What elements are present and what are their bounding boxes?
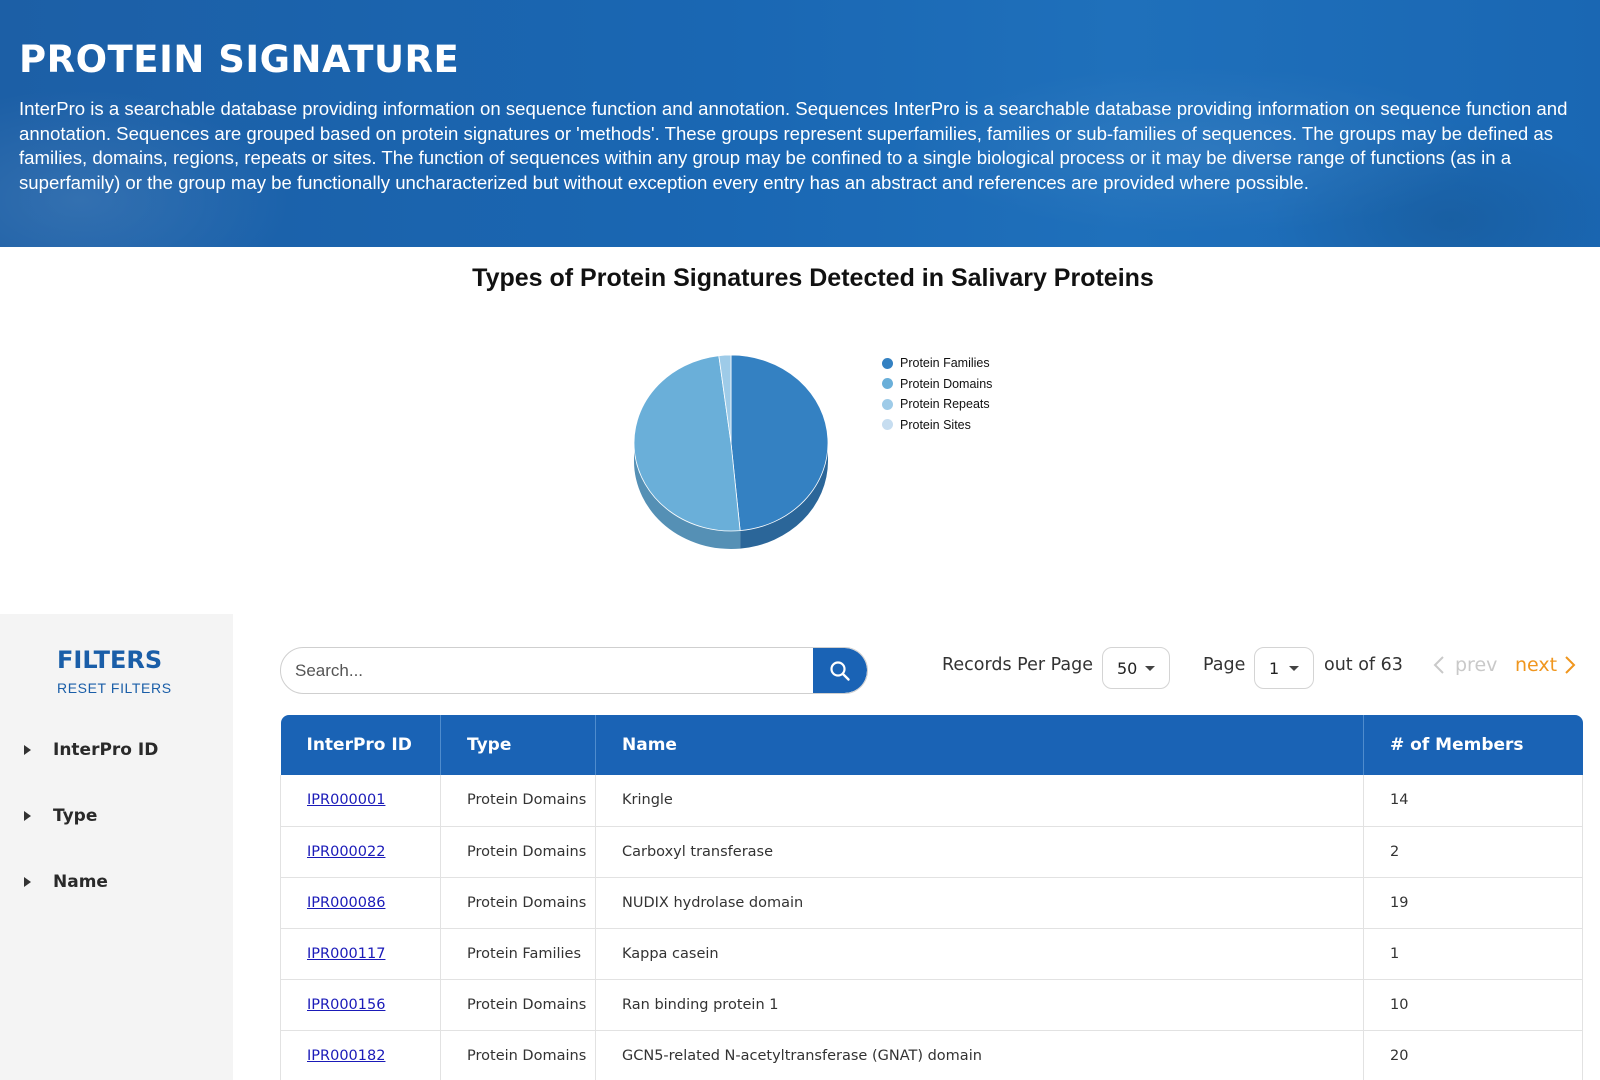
- table-row: IPR000086 Protein Domains NUDIX hydrolas…: [280, 877, 1583, 929]
- legend-item[interactable]: Protein Domains: [882, 374, 992, 395]
- legend-item[interactable]: Protein Families: [882, 353, 992, 374]
- results-table-wrap: InterPro ID Type Name # of Members IPR00…: [280, 715, 1583, 1080]
- cell-name: Carboxyl transferase: [595, 826, 1364, 878]
- records-per-page-select[interactable]: 50: [1102, 647, 1170, 689]
- next-label: next: [1515, 654, 1558, 676]
- cell-members: 20: [1363, 1030, 1583, 1080]
- chevron-left-icon: [1433, 656, 1444, 674]
- filters-title: FILTERS: [57, 646, 163, 674]
- filter-name[interactable]: Name: [24, 872, 108, 892]
- cell-name: Kappa casein: [595, 928, 1364, 980]
- cell-type: Protein Domains: [440, 1030, 596, 1080]
- column-header-interpro-id[interactable]: InterPro ID: [280, 715, 441, 775]
- search-icon: [830, 660, 850, 681]
- column-header-members[interactable]: # of Members: [1363, 715, 1583, 775]
- column-header-type[interactable]: Type: [440, 715, 596, 775]
- legend-label: Protein Domains: [900, 376, 993, 391]
- pie-chart: [633, 354, 829, 549]
- interpro-id-link[interactable]: IPR000182: [307, 1048, 385, 1064]
- legend-item[interactable]: Protein Sites: [882, 415, 992, 436]
- page-select-value: 1: [1269, 658, 1280, 678]
- legend-label: Protein Sites: [900, 417, 971, 432]
- filter-label: Name: [53, 872, 108, 892]
- legend-marker: [882, 378, 893, 390]
- filter-type[interactable]: Type: [24, 806, 97, 826]
- cell-members: 1: [1363, 928, 1583, 980]
- cell-type: Protein Domains: [440, 979, 596, 1031]
- legend-marker: [882, 398, 893, 410]
- results-table: InterPro ID Type Name # of Members IPR00…: [280, 715, 1583, 1080]
- expand-triangle-icon: [24, 811, 31, 821]
- cell-interpro-id: IPR000156: [280, 979, 441, 1031]
- cell-name: Ran binding protein 1: [595, 979, 1364, 1031]
- search-box: [280, 647, 868, 694]
- interpro-id-link[interactable]: IPR000086: [307, 895, 385, 911]
- records-per-page-value: 50: [1117, 658, 1138, 678]
- caret-down-icon: [1145, 666, 1155, 671]
- expand-triangle-icon: [24, 745, 31, 755]
- filter-label: Type: [53, 806, 98, 826]
- header-banner: PROTEIN SIGNATURE InterPro is a searchab…: [0, 0, 1600, 247]
- cell-type: Protein Domains: [440, 877, 596, 929]
- cell-members: 2: [1363, 826, 1583, 878]
- cell-name: GCN5-related N-acetyltransferase (GNAT) …: [595, 1030, 1364, 1080]
- table-row: IPR000001 Protein Domains Kringle 14: [280, 775, 1583, 827]
- table-row: IPR000022 Protein Domains Carboxyl trans…: [280, 826, 1583, 878]
- cell-type: Protein Domains: [440, 775, 596, 827]
- chart-title: Types of Protein Signatures Detected in …: [472, 264, 1154, 292]
- prev-label: prev: [1455, 654, 1498, 676]
- legend-marker: [882, 419, 893, 431]
- page-label: Page: [1203, 655, 1246, 675]
- cell-members: 14: [1363, 775, 1583, 827]
- cell-members: 19: [1363, 877, 1583, 929]
- page-description: InterPro is a searchable database provid…: [19, 98, 1568, 193]
- table-header-row: InterPro ID Type Name # of Members: [280, 715, 1583, 775]
- cell-name: Kringle: [595, 775, 1364, 827]
- reset-filters-link[interactable]: RESET FILTERS: [57, 680, 172, 696]
- page-title: PROTEIN SIGNATURE: [19, 38, 460, 81]
- search-input[interactable]: [295, 648, 795, 693]
- filters-sidebar: FILTERS RESET FILTERS InterPro ID Type N…: [0, 614, 233, 1080]
- cell-name: NUDIX hydrolase domain: [595, 877, 1364, 929]
- prev-page-button[interactable]: prev: [1433, 654, 1497, 676]
- interpro-id-link[interactable]: IPR000156: [307, 997, 385, 1013]
- table-row: IPR000117 Protein Families Kappa casein …: [280, 928, 1583, 980]
- cell-interpro-id: IPR000022: [280, 826, 441, 878]
- search-button[interactable]: [813, 648, 867, 693]
- interpro-id-link[interactable]: IPR000022: [307, 844, 385, 860]
- legend-marker: [882, 357, 893, 369]
- caret-down-icon: [1289, 666, 1299, 671]
- interpro-id-link[interactable]: IPR000117: [307, 946, 385, 962]
- legend-label: Protein Repeats: [900, 397, 990, 412]
- chevron-right-icon: [1565, 656, 1576, 674]
- legend-item[interactable]: Protein Repeats: [882, 394, 992, 415]
- cell-interpro-id: IPR000086: [280, 877, 441, 929]
- interpro-id-link[interactable]: IPR000001: [307, 792, 385, 808]
- cell-members: 10: [1363, 979, 1583, 1031]
- records-per-page-label: Records Per Page: [942, 655, 1093, 675]
- page-count: out of 63: [1324, 655, 1403, 675]
- cell-interpro-id: IPR000182: [280, 1030, 441, 1080]
- table-row: IPR000182 Protein Domains GCN5-related N…: [280, 1030, 1583, 1080]
- cell-interpro-id: IPR000117: [280, 928, 441, 980]
- table-row: IPR000156 Protein Domains Ran binding pr…: [280, 979, 1583, 1031]
- cell-interpro-id: IPR000001: [280, 775, 441, 827]
- expand-triangle-icon: [24, 877, 31, 887]
- filter-label: InterPro ID: [53, 740, 159, 760]
- cell-type: Protein Families: [440, 928, 596, 980]
- chart-legend: Protein Families Protein Domains Protein R…: [882, 353, 992, 435]
- column-header-name[interactable]: Name: [595, 715, 1364, 775]
- page-select[interactable]: 1: [1254, 647, 1314, 689]
- next-page-button[interactable]: next: [1515, 654, 1576, 676]
- legend-label: Protein Families: [900, 356, 990, 371]
- cell-type: Protein Domains: [440, 826, 596, 878]
- filter-interpro-id[interactable]: InterPro ID: [24, 740, 158, 760]
